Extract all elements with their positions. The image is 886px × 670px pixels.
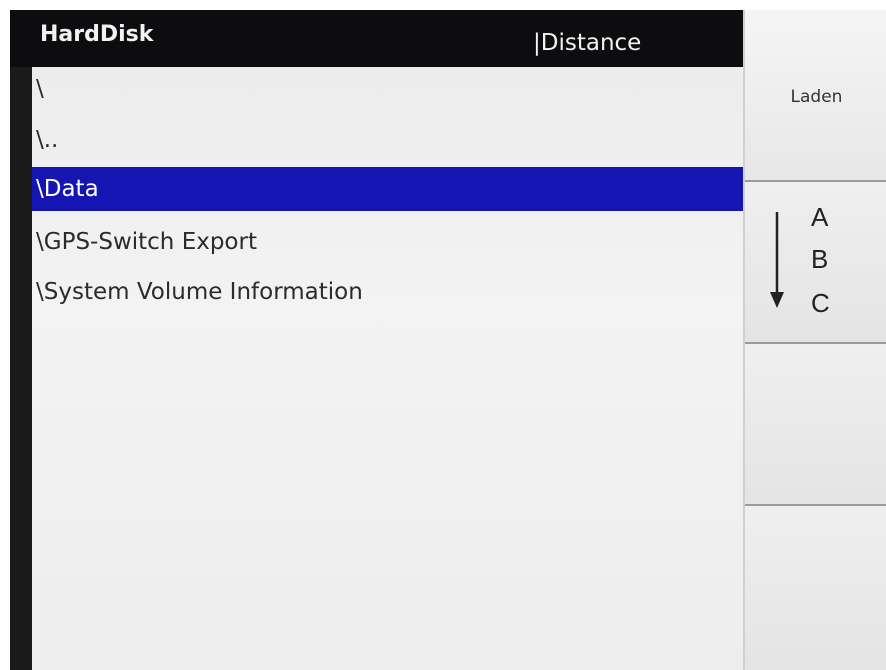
sort-letter-c: C (811, 288, 830, 318)
load-button-label: Laden (790, 87, 843, 107)
sort-letter-b: B (811, 244, 829, 274)
device-bezel: HardDisk |Distance \ \.. \Data \GPS-Swit… (0, 0, 886, 670)
screen: HardDisk |Distance \ \.. \Data \GPS-Swit… (10, 10, 886, 670)
list-item-label: \ (36, 76, 44, 102)
list-item-label: \System Volume Information (36, 279, 363, 305)
list-item-label: \GPS-Switch Export (36, 229, 257, 255)
sort-letter-a: A (811, 202, 829, 232)
arrow-down-icon (770, 212, 784, 308)
load-button[interactable]: Laden (745, 10, 886, 182)
file-browser-header: HardDisk |Distance (10, 10, 752, 67)
column-header-distance[interactable]: |Distance (533, 30, 641, 56)
list-item-root[interactable]: \ (32, 67, 752, 111)
list-item-gps-switch-export[interactable]: \GPS-Switch Export (32, 220, 752, 264)
list-item-data-selected[interactable]: \Data (32, 167, 752, 211)
sort-button[interactable]: A B C (745, 182, 886, 344)
sidebar: Laden A B C (743, 10, 886, 670)
list-item-label: \Data (36, 176, 99, 202)
side-button-empty-1[interactable] (745, 344, 886, 506)
list-item-system-volume-information[interactable]: \System Volume Information (32, 270, 752, 314)
file-list: \ \.. \Data \GPS-Switch Export \System V… (32, 67, 752, 670)
list-item-label: \.. (36, 127, 59, 153)
drive-title: HardDisk (40, 22, 154, 47)
list-item-parent[interactable]: \.. (32, 118, 752, 162)
side-button-empty-2[interactable] (745, 506, 886, 670)
